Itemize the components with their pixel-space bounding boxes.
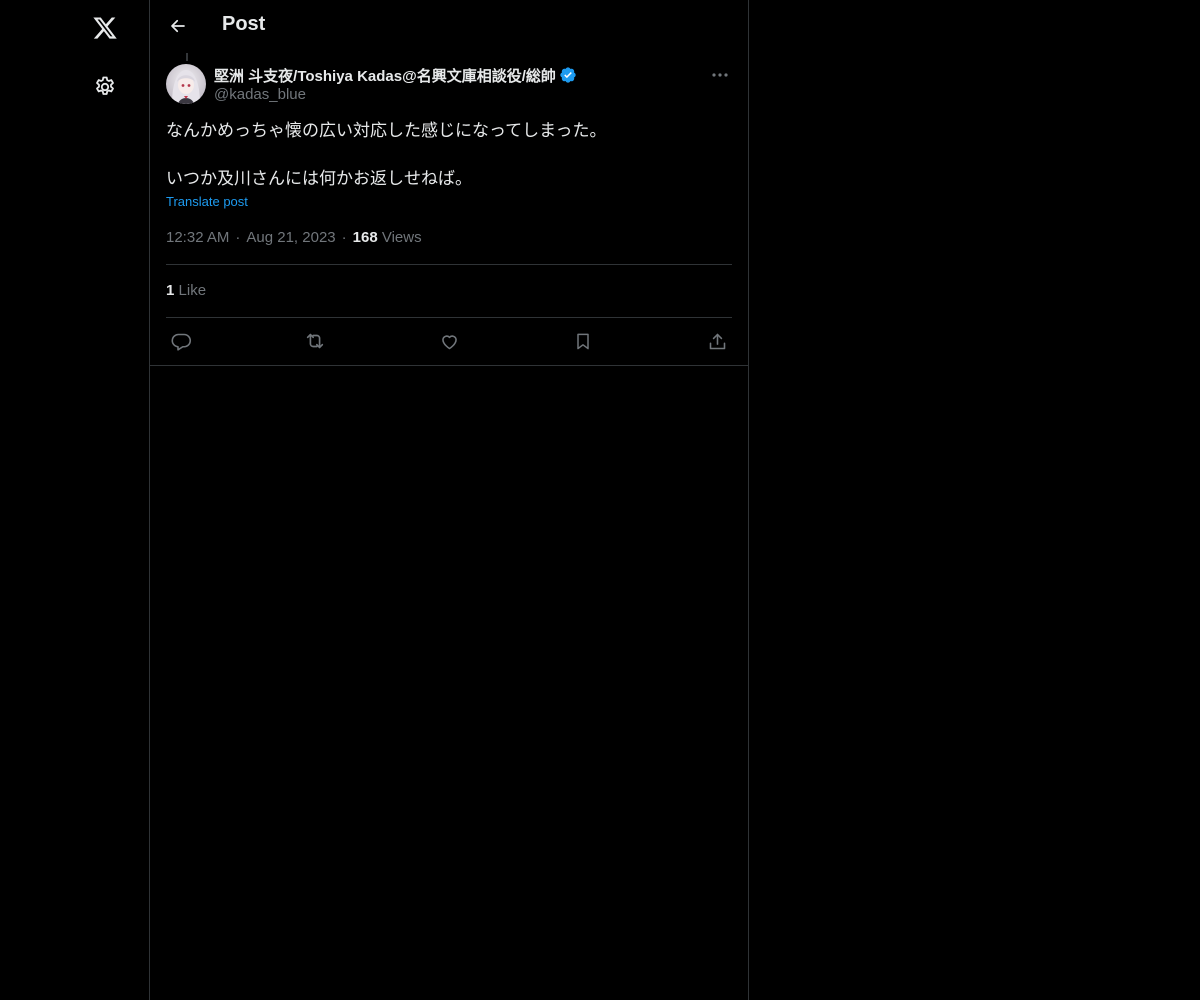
likes-label: Like (178, 282, 207, 299)
reply-button[interactable] (168, 328, 194, 354)
meta-separator: · (235, 229, 241, 246)
likes-stat[interactable]: 1 Like (166, 282, 206, 299)
x-logo-icon[interactable] (87, 10, 123, 46)
bookmark-icon (577, 333, 589, 349)
share-icon (709, 333, 725, 349)
post-meta: 12:32 AM · Aug 21, 2023 · 168 Views (166, 229, 422, 246)
back-button[interactable] (162, 10, 194, 42)
post-text-line: いつか及川さんには何かお返しせねば。 (166, 169, 472, 188)
post-time[interactable]: 12:32 AM (166, 229, 229, 246)
reply-icon (171, 333, 191, 351)
author-handle[interactable]: @kadas_blue (214, 86, 694, 103)
views-count: 168 (352, 229, 378, 246)
post-text-line: なんかめっちゃ懐の広い対応した感じになってしまった。 (166, 121, 607, 140)
post-date[interactable]: Aug 21, 2023 (246, 229, 335, 246)
more-options-button[interactable] (708, 64, 732, 86)
app: Post 堅洲 斗支夜/Toshiya Kadas@名興文庫相談役/総帥 @ka… (0, 0, 1200, 1000)
heart-icon (441, 334, 457, 349)
divider (166, 317, 732, 318)
author-display-name[interactable]: 堅洲 斗支夜/Toshiya Kadas@名興文庫相談役/総帥 (214, 65, 556, 86)
main-column: Post 堅洲 斗支夜/Toshiya Kadas@名興文庫相談役/総帥 @ka… (149, 0, 749, 1000)
page-header: Post (150, 0, 748, 53)
repost-button[interactable] (302, 328, 328, 354)
share-button[interactable] (704, 328, 730, 354)
post-text: なんかめっちゃ懐の広い対応した感じになってしまった。 いつか及川さんには何かお返… (166, 119, 732, 191)
meta-separator: · (341, 229, 347, 246)
post-bottom-border (150, 365, 748, 366)
likes-count: 1 (166, 282, 175, 299)
gear-icon[interactable] (88, 70, 122, 104)
bookmark-button[interactable] (570, 328, 596, 354)
divider (166, 264, 732, 265)
page-title: Post (222, 13, 266, 35)
avatar[interactable] (166, 64, 206, 104)
post-author: 堅洲 斗支夜/Toshiya Kadas@名興文庫相談役/総帥 @kadas_b… (214, 65, 694, 103)
views-label: Views (381, 229, 422, 246)
like-button[interactable] (436, 328, 462, 354)
repost-icon (306, 333, 324, 349)
verified-badge-icon[interactable] (559, 66, 577, 84)
post-actions (166, 328, 732, 354)
left-nav (0, 0, 149, 1000)
translate-post-link[interactable]: Translate post (166, 194, 248, 209)
more-horizontal-icon (712, 73, 728, 77)
arrow-left-icon (171, 19, 185, 33)
thread-connector-line (186, 53, 188, 61)
